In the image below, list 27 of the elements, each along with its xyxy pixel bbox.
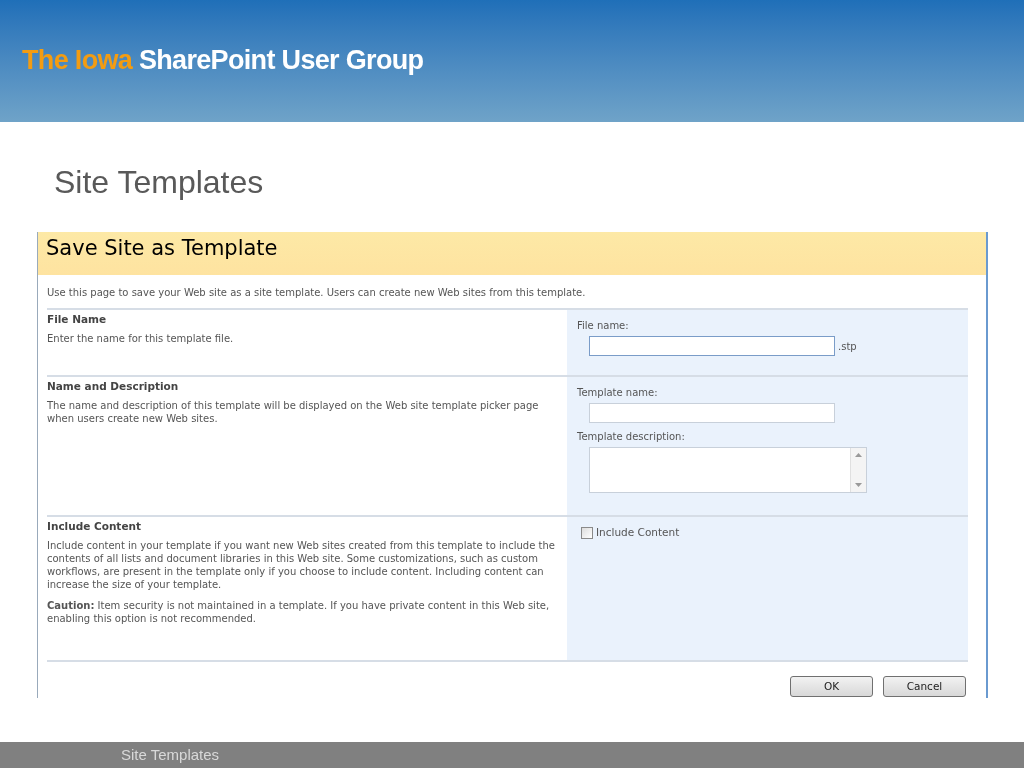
scroll-down-icon[interactable] <box>855 483 862 487</box>
section-title: Include Content <box>47 519 142 534</box>
section-description: Enter the name for this template file. <box>47 331 235 345</box>
footer-text: Site Templates <box>121 744 220 765</box>
field-label: File name: <box>577 319 630 333</box>
textarea-field[interactable] <box>589 447 867 493</box>
text-field[interactable] <box>589 336 835 356</box>
section-description: The name and description of this template will be displayed on the Web site template picker page when users create new Web sites. <box>47 398 540 425</box>
intro-text: Use this page to save your Web site as a site template. Users can create new Web sites from this template. <box>46 286 587 300</box>
checkbox-label: Include Content <box>596 525 680 540</box>
brand-name: SharePoint User Group <box>138 44 424 75</box>
dialog-button[interactable]: Cancel <box>883 676 966 697</box>
section-description: Caution: Item security is not maintained in a template. If you have private content in this Web site, enabling this option is not recommended. <box>47 598 551 625</box>
section-title: Name and Description <box>47 379 180 394</box>
brand-highlight: The Iowa <box>22 44 133 75</box>
text-field[interactable] <box>589 403 835 423</box>
dialog-button[interactable]: OK <box>790 676 873 697</box>
slide-title: Site Templates <box>54 163 265 202</box>
section-description: Include content in your template if you want new Web sites created from this template to include the contents of all lists and document libraries in this Web site. Some customizations, such as custom workflows, are present in the template only if you choose to include content. Including content can increase the size of your template. <box>47 538 556 591</box>
field-label: Template name: <box>577 386 659 400</box>
scrollbar[interactable] <box>850 448 866 492</box>
field-label: Template description: <box>577 430 686 444</box>
checkbox[interactable] <box>581 526 593 539</box>
file-extension: .stp <box>838 340 857 354</box>
scroll-up-icon[interactable] <box>855 453 862 457</box>
section-title: File Name <box>47 312 108 327</box>
page-title: Save Site as Template <box>38 232 986 275</box>
